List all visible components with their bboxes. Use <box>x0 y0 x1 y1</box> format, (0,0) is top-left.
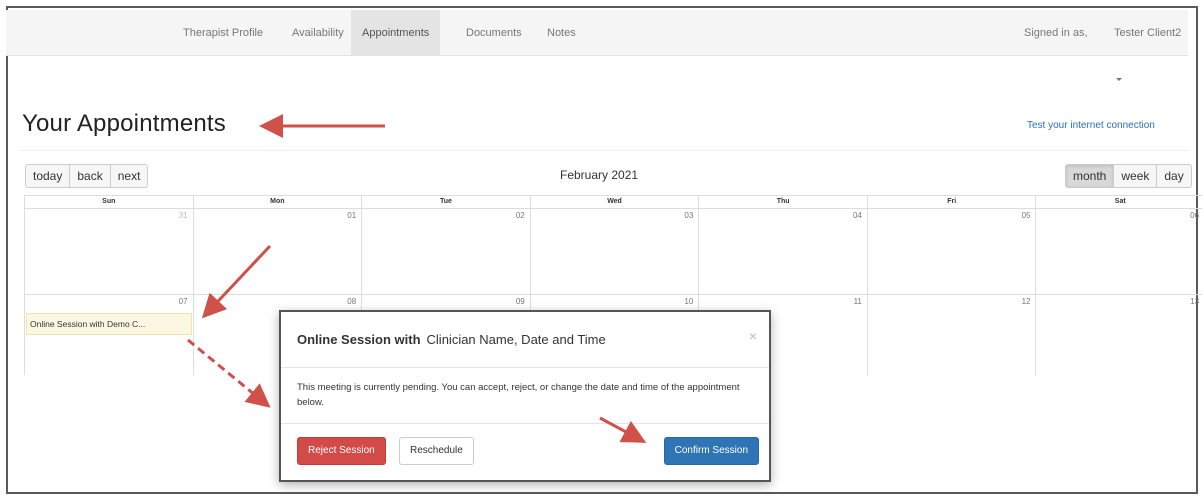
day-cell[interactable]: 04 <box>698 209 867 294</box>
day-number: 02 <box>515 211 525 220</box>
modal-footer: Reject Session Reschedule Confirm Sessio… <box>281 424 769 480</box>
top-navbar: Therapist Profile Availability Appointme… <box>6 10 1188 81</box>
day-cell[interactable]: 12 <box>866 295 1036 375</box>
weekday-tue: Tue <box>361 196 530 208</box>
modal-title: Online Session with Clinician Name, Date … <box>297 332 606 347</box>
day-number: 01 <box>347 211 357 220</box>
chevron-down-icon <box>1116 77 1122 81</box>
signed-in-label: Signed in as, <box>1024 27 1088 39</box>
week-row: 31 01 02 03 04 05 06 <box>24 209 1202 295</box>
week-view-button[interactable]: week <box>1114 164 1158 188</box>
session-modal: Online Session with Clinician Name, Date … <box>279 310 771 482</box>
day-cell[interactable]: 31 <box>24 209 193 294</box>
day-cell[interactable]: 01 <box>192 209 362 294</box>
nav-button-group: today back next <box>25 164 149 188</box>
day-number: 11 <box>853 297 862 306</box>
nav-appointments[interactable]: Appointments <box>351 10 441 56</box>
reschedule-button[interactable]: Reschedule <box>399 437 474 465</box>
weekday-fri: Fri <box>866 196 1036 208</box>
modal-header: Online Session with Clinician Name, Date … <box>281 312 769 368</box>
day-number: 10 <box>684 297 694 306</box>
weekday-mon: Mon <box>192 196 362 208</box>
nav-notes[interactable]: Notes <box>536 10 587 56</box>
day-number: 04 <box>852 211 862 220</box>
user-menu[interactable]: Tester Client2 <box>1114 10 1188 81</box>
next-button[interactable]: next <box>110 164 149 188</box>
close-icon[interactable]: × <box>749 328 757 344</box>
weekday-sat: Sat <box>1035 196 1202 208</box>
confirm-session-button[interactable]: Confirm Session <box>663 437 759 465</box>
weekday-header: Sun Mon Tue Wed Thu Fri Sat <box>24 195 1202 209</box>
calendar-month-title: February 2021 <box>560 168 639 182</box>
weekday-sun: Sun <box>24 196 193 208</box>
day-number: 31 <box>178 211 188 220</box>
day-number: 03 <box>684 211 694 220</box>
day-cell[interactable]: 03 <box>529 209 699 294</box>
reject-session-button[interactable]: Reject Session <box>297 437 386 465</box>
day-number: 12 <box>1021 297 1031 306</box>
day-number: 07 <box>178 297 188 306</box>
weekday-thu: Thu <box>698 196 867 208</box>
back-button[interactable]: back <box>70 164 111 188</box>
test-connection-link[interactable]: Test your internet connection <box>1027 120 1155 131</box>
month-view-button[interactable]: month <box>1065 164 1115 188</box>
nav-documents[interactable]: Documents <box>455 10 533 56</box>
day-number: 06 <box>1190 211 1200 220</box>
nav-therapist-profile[interactable]: Therapist Profile <box>172 10 274 56</box>
day-number: 13 <box>1190 297 1200 306</box>
view-button-group: month week day <box>1065 164 1192 188</box>
calendar-event[interactable]: Online Session with Demo C... <box>26 313 192 335</box>
day-view-button[interactable]: day <box>1157 164 1192 188</box>
weekday-wed: Wed <box>529 196 699 208</box>
day-cell[interactable]: 13 <box>1035 295 1202 375</box>
day-number: 05 <box>1021 211 1031 220</box>
user-name: Tester Client2 <box>1114 27 1182 39</box>
modal-title-prefix: Online Session with <box>297 332 421 347</box>
modal-title-details: Clinician Name, Date and Time <box>426 332 606 347</box>
day-number: 09 <box>515 297 525 306</box>
day-cell[interactable]: 07 Online Session with Demo C... <box>24 295 193 375</box>
page-title: Your Appointments <box>22 110 226 137</box>
day-cell[interactable]: 06 <box>1035 209 1202 294</box>
day-cell[interactable]: 05 <box>866 209 1036 294</box>
modal-body: This meeting is currently pending. You c… <box>281 368 769 424</box>
divider <box>20 150 1190 151</box>
day-number: 08 <box>347 297 357 306</box>
today-button[interactable]: today <box>25 164 71 188</box>
nav-availability[interactable]: Availability <box>281 10 355 56</box>
day-cell[interactable]: 02 <box>361 209 530 294</box>
